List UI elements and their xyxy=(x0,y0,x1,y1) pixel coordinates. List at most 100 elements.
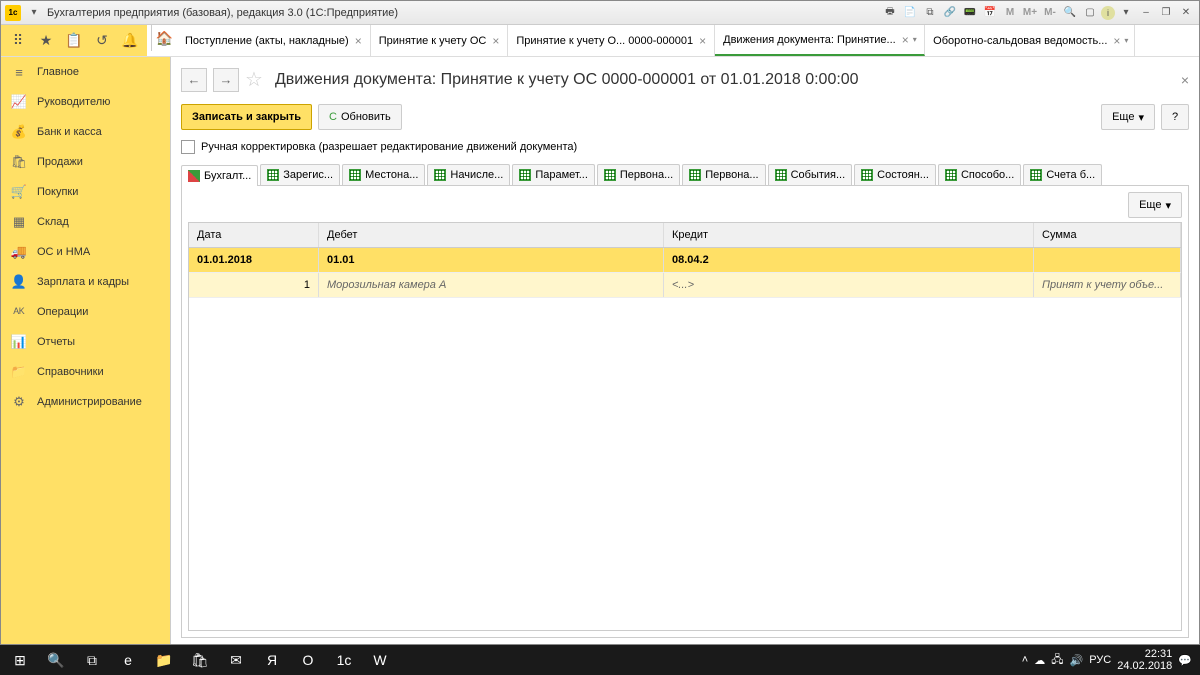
sidebar-item[interactable]: ⚙Администрирование xyxy=(1,387,170,417)
table-row[interactable]: 1Морозильная камера А<...>Принят к учету… xyxy=(189,273,1181,298)
sidebar-item[interactable]: 📊Отчеты xyxy=(1,327,170,357)
mail-icon[interactable]: ✉ xyxy=(218,645,254,675)
word-icon[interactable]: W xyxy=(362,645,398,675)
dd-icon[interactable]: ▾ xyxy=(1117,5,1135,21)
minimize-icon[interactable]: – xyxy=(1137,5,1155,21)
sidebar-label: Банк и касса xyxy=(37,126,102,138)
register-tab[interactable]: Начисле... xyxy=(427,164,510,185)
close-icon[interactable]: × xyxy=(902,33,909,47)
history-icon[interactable]: ↺ xyxy=(89,28,115,54)
close-icon[interactable]: ✕ xyxy=(1177,5,1195,21)
close-page-icon[interactable]: × xyxy=(1181,72,1189,88)
close-icon[interactable]: × xyxy=(1113,34,1120,48)
compare-icon[interactable]: ⧉ xyxy=(921,5,939,21)
panel-more-button[interactable]: Еще ▾ xyxy=(1128,192,1182,218)
box-icon[interactable]: ▢ xyxy=(1081,5,1099,21)
register-tab[interactable]: Счета б... xyxy=(1023,164,1102,185)
m-icon[interactable]: M xyxy=(1001,5,1019,21)
sidebar-item[interactable]: 📁Справочники xyxy=(1,357,170,387)
col-date[interactable]: Дата xyxy=(189,223,319,247)
sidebar-item[interactable]: 💰 Банк и касса xyxy=(1,117,170,147)
clock[interactable]: 22:31 24.02.2018 xyxy=(1117,648,1172,672)
sidebar-item[interactable]: 🚚ОС и НМА xyxy=(1,237,170,267)
col-sum[interactable]: Сумма xyxy=(1034,223,1181,247)
calc-icon[interactable]: 📟 xyxy=(961,5,979,21)
table-row[interactable]: 01.01.201801.0108.04.2 xyxy=(189,248,1181,273)
search-icon[interactable]: 🔍 xyxy=(38,645,74,675)
bell-icon[interactable]: 🔔 xyxy=(117,28,143,54)
yandex-icon[interactable]: Я xyxy=(254,645,290,675)
tray-up-icon[interactable]: ˄ xyxy=(1022,654,1028,666)
cloud-icon[interactable]: ☁ xyxy=(1034,654,1045,667)
document-tab[interactable]: Принятие к учету О... 0000-000001× xyxy=(508,25,715,56)
start-button[interactable]: ⊞ xyxy=(2,645,38,675)
home-icon[interactable]: 🏠 xyxy=(151,25,177,51)
cell-sum: Принят к учету объе... xyxy=(1034,273,1181,297)
sidebar-item[interactable]: 🛍Продажи xyxy=(1,147,170,177)
sidebar-item[interactable]: 👤Зарплата и кадры xyxy=(1,267,170,297)
register-tab[interactable]: Местона... xyxy=(342,164,425,185)
help-button[interactable]: ? xyxy=(1161,104,1189,130)
1c-icon[interactable]: 1c xyxy=(326,645,362,675)
register-tab[interactable]: Первона... xyxy=(682,164,765,185)
sidebar-item[interactable]: ▦Склад xyxy=(1,207,170,237)
info-icon[interactable]: i xyxy=(1101,6,1115,20)
tab-panel: Еще ▾ Дата Дебет Кредит Сумма 01.01.2018… xyxy=(181,186,1189,638)
col-debit[interactable]: Дебет xyxy=(319,223,664,247)
close-icon[interactable]: × xyxy=(699,34,706,48)
refresh-button[interactable]: С Обновить xyxy=(318,104,402,130)
document-tab[interactable]: Принятие к учету ОС× xyxy=(371,25,509,56)
forward-button[interactable]: → xyxy=(213,68,239,92)
store-icon[interactable]: 🛍 xyxy=(182,645,218,675)
register-tab[interactable]: Зарегис... xyxy=(260,164,340,185)
col-credit[interactable]: Кредит xyxy=(664,223,1034,247)
close-icon[interactable]: × xyxy=(355,34,362,48)
explorer-icon[interactable]: 📁 xyxy=(146,645,182,675)
favorite-toggle[interactable]: ☆ xyxy=(245,67,263,92)
sidebar-item[interactable]: 📈Руководителю xyxy=(1,87,170,117)
chevron-down-icon[interactable]: ▾ xyxy=(913,35,917,44)
register-tab[interactable]: Состоян... xyxy=(854,164,936,185)
volume-icon[interactable]: 🔊 xyxy=(1070,654,1084,667)
star-icon[interactable]: ★ xyxy=(33,28,59,54)
taskbar: ⊞ 🔍 ⧉ e 📁 🛍 ✉ Я O 1c W ˄ ☁ 🖧 🔊 РУС 22:31… xyxy=(0,645,1200,675)
close-icon[interactable]: × xyxy=(492,34,499,48)
edge-icon[interactable]: e xyxy=(110,645,146,675)
sidebar-item[interactable]: ᴬᴷОперации xyxy=(1,297,170,327)
sidebar-item[interactable]: ≡Главное xyxy=(1,57,170,87)
content-header: ← → ☆ Движения документа: Принятие к уче… xyxy=(181,63,1189,100)
back-button[interactable]: ← xyxy=(181,68,207,92)
register-tab[interactable]: Первона... xyxy=(597,164,680,185)
manual-edit-checkbox[interactable] xyxy=(181,140,195,154)
network-icon[interactable]: 🖧 xyxy=(1051,651,1063,670)
register-tab[interactable]: Парамет... xyxy=(512,164,595,185)
opera-icon[interactable]: O xyxy=(290,645,326,675)
document-tab[interactable]: Оборотно-сальдовая ведомость...×▾ xyxy=(925,25,1135,56)
notifications-icon[interactable]: 💬 xyxy=(1178,654,1192,667)
chevron-down-icon[interactable]: ▾ xyxy=(1124,36,1128,45)
document-tab[interactable]: Поступление (акты, накладные)× xyxy=(177,25,371,56)
apps-icon[interactable]: ⠿ xyxy=(5,28,31,54)
cell-debit: Морозильная камера А xyxy=(319,273,664,297)
zoom-icon[interactable]: 🔍 xyxy=(1061,5,1079,21)
m-plus-icon[interactable]: M+ xyxy=(1021,5,1039,21)
print-icon[interactable]: 🖶 xyxy=(881,5,899,21)
register-tab[interactable]: Бухгалт... xyxy=(181,165,258,186)
dropdown-icon[interactable]: ▾ xyxy=(25,5,43,21)
doc-icon[interactable]: 📄 xyxy=(901,5,919,21)
save-close-button[interactable]: Записать и закрыть xyxy=(181,104,312,130)
sidebar-icon: 💰 xyxy=(11,124,27,140)
clipboard-icon[interactable]: 📋 xyxy=(61,28,87,54)
register-tab[interactable]: Способо... xyxy=(938,164,1021,185)
document-tab[interactable]: Движения документа: Принятие...×▾ xyxy=(715,25,925,56)
taskview-icon[interactable]: ⧉ xyxy=(74,645,110,675)
link-icon[interactable]: 🔗 xyxy=(941,5,959,21)
maximize-icon[interactable]: ❐ xyxy=(1157,5,1175,21)
sidebar-item[interactable]: 🛒Покупки xyxy=(1,177,170,207)
register-tab-label: Зарегис... xyxy=(283,169,333,181)
calendar-icon[interactable]: 📅 xyxy=(981,5,999,21)
lang-indicator[interactable]: РУС xyxy=(1089,654,1111,666)
more-button[interactable]: Еще ▾ xyxy=(1101,104,1155,130)
register-tab[interactable]: События... xyxy=(768,164,853,185)
m-minus-icon[interactable]: M- xyxy=(1041,5,1059,21)
